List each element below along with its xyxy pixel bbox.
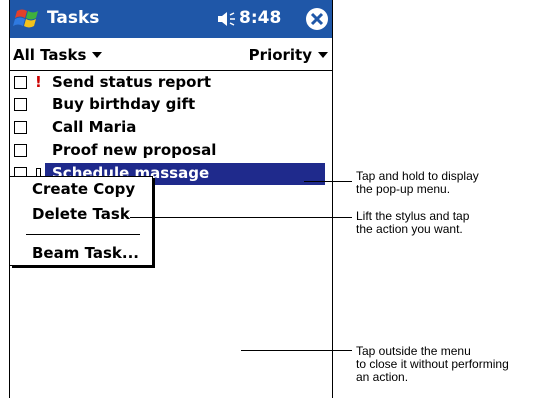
app-title: Tasks [47, 8, 100, 28]
task-checkbox[interactable] [14, 121, 27, 134]
menu-item-beam-task[interactable]: Beam Task... [32, 244, 139, 262]
sort-label: Priority [248, 46, 312, 64]
task-label: Proof new proposal [52, 141, 217, 159]
menu-separator [26, 234, 140, 235]
filter-bar: All Tasks Priority [10, 38, 332, 71]
task-checkbox[interactable] [14, 76, 27, 89]
menu-item-delete-task[interactable]: Delete Task [32, 205, 130, 223]
task-label: Call Maria [52, 118, 137, 136]
popup-menu: Create Copy Delete Task Beam Task... [10, 176, 153, 266]
task-checkbox[interactable] [14, 144, 27, 157]
chevron-down-icon [318, 52, 328, 58]
clock[interactable]: 8:48 [239, 8, 281, 28]
callout-tap-and-hold: Tap and hold to display the pop-up menu. [356, 169, 479, 196]
windows-flag-icon[interactable] [13, 5, 43, 33]
high-priority-icon: ! [35, 73, 42, 91]
speaker-icon[interactable] [216, 9, 236, 29]
callout-leader-line [304, 181, 352, 182]
task-label: Buy birthday gift [52, 95, 196, 113]
task-row[interactable]: Buy birthday gift [10, 94, 332, 116]
task-label: Send status report [52, 73, 212, 91]
menu-item-create-copy[interactable]: Create Copy [32, 180, 135, 198]
callout-lift-stylus: Lift the stylus and tap the action you w… [356, 209, 470, 236]
task-row[interactable]: Call Maria [10, 117, 332, 139]
device-screen: Tasks 8:48 All Tasks Priority ! Send sta… [9, 0, 333, 398]
chevron-down-icon [92, 52, 103, 58]
callout-leader-line [130, 217, 352, 218]
close-icon[interactable] [305, 7, 329, 31]
callout-leader-line [241, 350, 352, 351]
task-checkbox[interactable] [14, 98, 27, 111]
task-row[interactable]: ! Send status report [10, 72, 332, 94]
sort-dropdown[interactable]: Priority [249, 46, 328, 64]
title-bar: Tasks 8:48 [10, 0, 332, 38]
task-row[interactable]: Proof new proposal [10, 140, 332, 162]
callout-tap-outside: Tap outside the menu to close it without… [356, 344, 509, 384]
category-filter-label: All Tasks [13, 46, 87, 64]
category-filter-dropdown[interactable]: All Tasks [13, 46, 103, 64]
